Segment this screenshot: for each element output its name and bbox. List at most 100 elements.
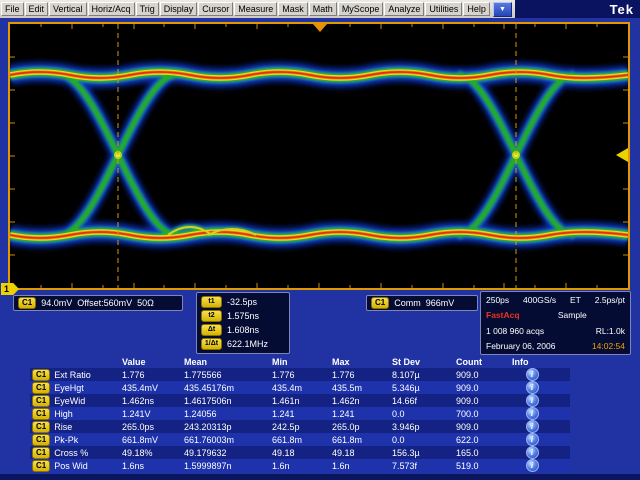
count-cell: 909.0: [456, 422, 512, 432]
trigger-level-arrow[interactable]: [616, 148, 628, 162]
header-max: Max: [332, 357, 392, 367]
mean-cell: 49.179632: [184, 448, 272, 458]
measurement-table: Value Mean Min Max St Dev Count Info C1E…: [30, 355, 570, 472]
info-icon[interactable]: i: [526, 459, 539, 472]
stdev-cell: 3.946p: [392, 422, 456, 432]
timebase-line: 250ps 400GS/s ET 2.5ps/pt: [486, 295, 625, 305]
max-cell: 1.241: [332, 409, 392, 419]
menu-bar: File Edit Vertical Horiz/Acq Trig Displa…: [0, 0, 640, 18]
info-icon[interactable]: i: [526, 407, 539, 420]
sample-rate: 400GS/s: [523, 295, 556, 305]
menu-measure[interactable]: Measure: [234, 2, 277, 16]
timebase-value: 250ps: [486, 295, 509, 305]
channel-badge: C1: [32, 447, 50, 459]
menu-horiz-acq[interactable]: Horiz/Acq: [88, 2, 135, 16]
channel-badge: C1: [32, 421, 50, 433]
resolution-value: 2.5ps/pt: [595, 295, 625, 305]
fastacq-label: FastAcq: [486, 310, 520, 320]
oscilloscope-window: File Edit Vertical Horiz/Acq Trig Displa…: [0, 0, 640, 480]
menu-cursor[interactable]: Cursor: [198, 2, 233, 16]
menu-display[interactable]: Display: [160, 2, 198, 16]
eye-halo-layer: [10, 72, 628, 238]
comm-label: Comm: [394, 298, 421, 308]
menu-edit[interactable]: Edit: [25, 2, 49, 16]
stdev-cell: 7.573f: [392, 461, 456, 471]
value-cell: 1.6ns: [122, 461, 184, 471]
channel-badge: C1: [32, 382, 50, 394]
min-cell: 1.6n: [272, 461, 332, 471]
cursor-t2-badge: t2: [201, 310, 222, 322]
chevron-down-icon: ▼: [499, 6, 506, 13]
cursor-t1-badge: t1: [201, 296, 222, 308]
value-cell: 435.4mV: [122, 383, 184, 393]
cursor-t2-value: 1.575ns: [227, 311, 259, 321]
count-cell: 519.0: [456, 461, 512, 471]
info-icon[interactable]: i: [526, 446, 539, 459]
min-cell: 661.8m: [272, 435, 332, 445]
cursor-readout-panel: t1 -32.5ps t2 1.575ns Δt 1.608ns 1/Δt 62…: [196, 292, 290, 354]
channel-badge: C1: [18, 297, 36, 309]
menu-trig[interactable]: Trig: [136, 2, 159, 16]
eye-hot-layer: [10, 72, 628, 238]
cursor-t1-row: t1 -32.5ps: [201, 296, 285, 308]
min-cell: 1.241: [272, 409, 332, 419]
measurement-name: EyeWid: [54, 396, 85, 406]
measurement-name: Pk-Pk: [54, 435, 78, 445]
min-cell: 242.5p: [272, 422, 332, 432]
measurement-name: Pos Wid: [54, 461, 88, 471]
max-cell: 49.18: [332, 448, 392, 458]
cursor-freq-badge: 1/Δt: [201, 338, 222, 350]
cursor-t2-row: t2 1.575ns: [201, 310, 285, 322]
channel1-impedance: 50Ω: [137, 298, 154, 308]
menu-math[interactable]: Math: [309, 2, 337, 16]
mean-cell: 661.76003m: [184, 435, 272, 445]
et-label: ET: [570, 295, 581, 305]
count-cell: 909.0: [456, 396, 512, 406]
info-icon[interactable]: i: [526, 433, 539, 446]
min-cell: 1.461n: [272, 396, 332, 406]
channel-badge: C1: [32, 408, 50, 420]
count-cell: 909.0: [456, 383, 512, 393]
mean-cell: 1.775566: [184, 370, 272, 380]
table-row: C1High 1.241V 1.24056 1.241 1.241 0.0 70…: [30, 407, 570, 420]
time-label: 14:02:54: [592, 341, 625, 351]
datetime-line: February 06, 2006 14:02:54: [486, 341, 625, 351]
info-icon[interactable]: i: [526, 381, 539, 394]
measurement-name: Rise: [54, 422, 72, 432]
table-row: C1EyeWid 1.462ns 1.4617506n 1.461n 1.462…: [30, 394, 570, 407]
trigger-position-marker[interactable]: [313, 24, 327, 32]
measurement-name: High: [54, 409, 73, 419]
max-cell: 265.0p: [332, 422, 392, 432]
mean-cell: 435.45176m: [184, 383, 272, 393]
max-cell: 1.776: [332, 370, 392, 380]
menu-myscope[interactable]: MyScope: [338, 2, 384, 16]
channel1-readout: C1 94.0mV Offset:560mV 50Ω: [13, 295, 183, 311]
info-icon[interactable]: i: [526, 368, 539, 381]
mean-cell: 1.24056: [184, 409, 272, 419]
info-icon[interactable]: i: [526, 420, 539, 433]
acquisition-readout: 250ps 400GS/s ET 2.5ps/pt FastAcq Sample…: [480, 291, 631, 355]
info-icon[interactable]: i: [526, 394, 539, 407]
count-cell: 165.0: [456, 448, 512, 458]
menu-analyze[interactable]: Analyze: [384, 2, 424, 16]
table-body: C1Ext Ratio 1.776 1.775566 1.776 1.776 8…: [30, 368, 570, 472]
stdev-cell: 0.0: [392, 409, 456, 419]
menu-mask[interactable]: Mask: [278, 2, 308, 16]
header-min: Min: [272, 357, 332, 367]
menu-file[interactable]: File: [1, 2, 24, 16]
header-count: Count: [456, 357, 512, 367]
acq-count-line: 1 008 960 acqs RL:1.0k: [486, 326, 625, 336]
mean-cell: 243.20313p: [184, 422, 272, 432]
acqs-count: 1 008 960 acqs: [486, 326, 544, 336]
header-info: Info: [512, 357, 552, 367]
comm-value: 966mV: [426, 298, 455, 308]
eye-green-layer: [10, 72, 628, 238]
menu-help[interactable]: Help: [463, 2, 490, 16]
table-row: C1Cross % 49.18% 49.179632 49.18 49.18 1…: [30, 446, 570, 459]
menu-vertical[interactable]: Vertical: [49, 2, 87, 16]
measurement-name: Cross %: [54, 448, 88, 458]
menu-dropdown-button[interactable]: ▼: [493, 2, 512, 17]
menu-utilities[interactable]: Utilities: [425, 2, 462, 16]
header-value: Value: [122, 357, 184, 367]
stdev-cell: 5.346µ: [392, 383, 456, 393]
